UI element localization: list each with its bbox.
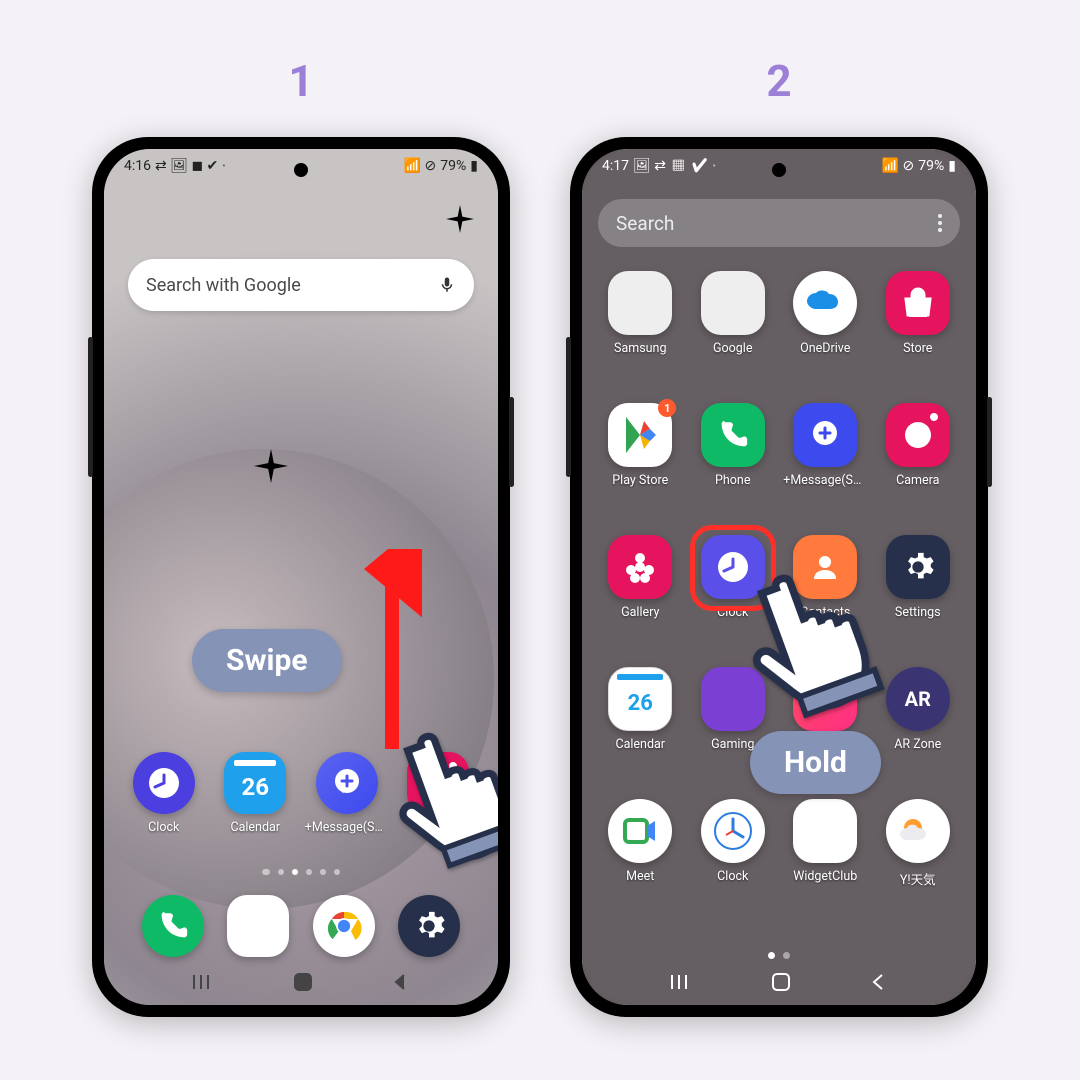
- app-meet[interactable]: Meet: [594, 799, 687, 921]
- app-widgetclub[interactable]: 15 WidgetClub: [779, 799, 872, 921]
- dock: 15: [104, 895, 498, 957]
- more-options-icon[interactable]: [938, 214, 942, 232]
- home-screen[interactable]: 4:16 ⇄ 🖼 ◼ ✔• 📶 ⊘ 79% ▮ Search with Goog…: [104, 149, 498, 1005]
- recents-button[interactable]: [192, 973, 216, 991]
- step-number: 1: [288, 55, 313, 107]
- app-calendar[interactable]: 26 Calendar: [214, 752, 296, 835]
- navigation-bar: [104, 965, 498, 999]
- navigation-bar: [582, 965, 976, 999]
- back-button[interactable]: [868, 972, 888, 992]
- step-2: 2 4:17 🖼 ⇄ ◼ ✔• 📶 ⊘ 79% ▮ Search: [570, 55, 988, 1017]
- app-phone[interactable]: [142, 895, 204, 957]
- back-button[interactable]: [390, 972, 410, 992]
- search-placeholder: Search with Google: [146, 275, 301, 296]
- swipe-label: Swipe: [192, 629, 342, 692]
- hand-pointer-icon: [370, 699, 498, 883]
- app-gallery[interactable]: Gallery: [594, 535, 687, 657]
- hand-pointer-icon: [722, 539, 912, 733]
- power-button[interactable]: [987, 397, 992, 487]
- folder-google[interactable]: Google: [687, 271, 780, 393]
- app-camera[interactable]: Camera: [872, 403, 965, 525]
- sparkle-icon: [254, 449, 288, 483]
- status-time: 4:17: [602, 158, 629, 174]
- search-placeholder: Search: [616, 212, 674, 235]
- home-button[interactable]: [292, 971, 314, 993]
- front-camera: [294, 163, 308, 177]
- app-phone[interactable]: Phone: [687, 403, 780, 525]
- drawer-search-bar[interactable]: Search: [598, 199, 960, 247]
- app-store[interactable]: Store: [872, 271, 965, 393]
- app-calendar[interactable]: 26 Calendar: [594, 667, 687, 789]
- step-number: 2: [766, 55, 791, 107]
- app-settings[interactable]: [398, 895, 460, 957]
- app-play-store[interactable]: 1 Play Store: [594, 403, 687, 525]
- app-onedrive[interactable]: OneDrive: [779, 271, 872, 393]
- app-google-clock[interactable]: Clock: [687, 799, 780, 921]
- app-message[interactable]: +Message(SM...: [779, 403, 872, 525]
- status-battery: 79%: [440, 158, 466, 174]
- step-1: 1 4:16 ⇄ 🖼 ◼ ✔• 📶 ⊘ 79% ▮: [92, 55, 510, 1017]
- folder-samsung[interactable]: Samsung: [594, 271, 687, 393]
- mic-icon[interactable]: [438, 274, 456, 296]
- sparkle-icon: [446, 205, 474, 233]
- home-button[interactable]: [770, 971, 792, 993]
- app-drawer-screen[interactable]: 4:17 🖼 ⇄ ◼ ✔• 📶 ⊘ 79% ▮ Search Samsung: [582, 149, 976, 1005]
- hold-label: Hold: [750, 731, 881, 794]
- app-clock[interactable]: Clock: [123, 752, 205, 835]
- front-camera: [772, 163, 786, 177]
- app-chrome[interactable]: [313, 895, 375, 957]
- page-indicator: [582, 952, 976, 959]
- status-battery: 79%: [918, 158, 944, 174]
- phone-frame: 4:16 ⇄ 🖼 ◼ ✔• 📶 ⊘ 79% ▮ Search with Goog…: [92, 137, 510, 1017]
- notification-badge: 1: [658, 399, 676, 417]
- volume-button[interactable]: [88, 337, 93, 477]
- power-button[interactable]: [509, 397, 514, 487]
- recents-button[interactable]: [670, 973, 694, 991]
- google-search-bar[interactable]: Search with Google: [128, 259, 474, 311]
- status-time: 4:16: [124, 158, 151, 174]
- app-widgetclub[interactable]: 15: [227, 895, 289, 957]
- app-weather[interactable]: Y!天気: [872, 799, 965, 921]
- phone-frame: 4:17 🖼 ⇄ ◼ ✔• 📶 ⊘ 79% ▮ Search Samsung: [570, 137, 988, 1017]
- volume-button[interactable]: [566, 337, 571, 477]
